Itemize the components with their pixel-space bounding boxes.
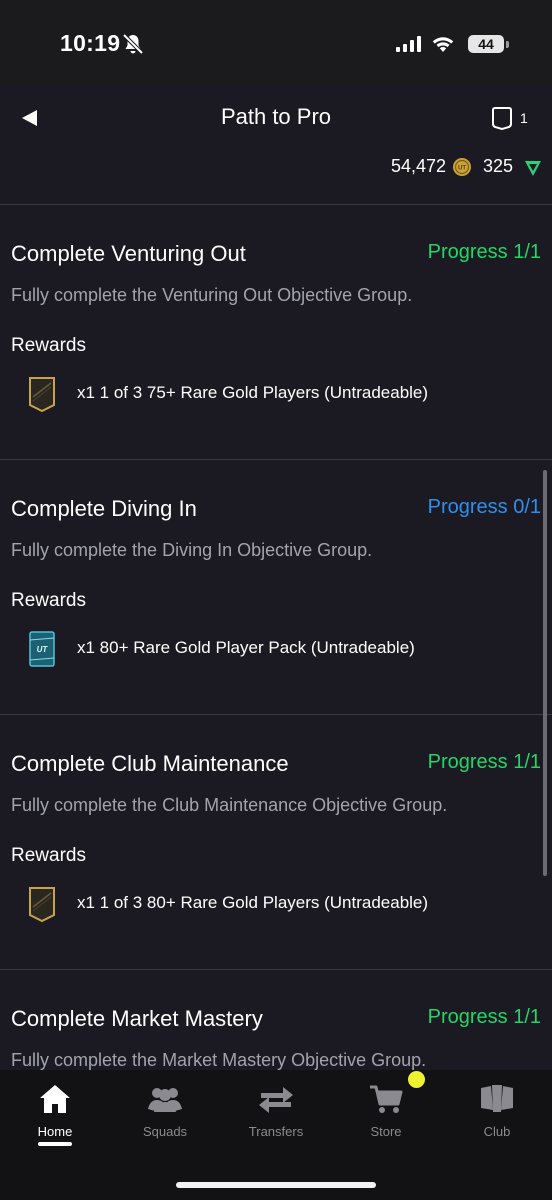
active-tab-indicator — [38, 1142, 72, 1146]
tab-squads[interactable]: Squads — [110, 1082, 220, 1162]
home-indicator — [176, 1182, 376, 1188]
objectives-list[interactable]: Complete Venturing Out Progress 1/1 Full… — [0, 204, 552, 1070]
battery-indicator: 44 — [468, 35, 504, 53]
rewards-label: Rewards — [11, 590, 86, 611]
rewards-label: Rewards — [11, 845, 86, 866]
player-pick-icon — [27, 375, 57, 418]
objective-item[interactable]: Complete Market Mastery Progress 1/1 Ful… — [0, 970, 552, 1070]
page-title: Path to Pro — [220, 104, 332, 129]
tab-store[interactable]: Store — [331, 1082, 441, 1162]
scrollbar[interactable] — [543, 470, 547, 876]
tab-transfers[interactable]: Transfers — [221, 1082, 331, 1162]
pack-icon: UT — [27, 630, 57, 673]
objective-item[interactable]: Complete Club Maintenance Progress 1/1 F… — [0, 715, 552, 970]
coin-icon: UT — [452, 157, 472, 182]
objective-item[interactable]: Complete Venturing Out Progress 1/1 Full… — [0, 205, 552, 460]
status-bar: 10:19 44 — [0, 0, 552, 86]
objective-description: Fully complete the Venturing Out Objecti… — [11, 285, 413, 305]
coin-balance: 54,472 — [390, 156, 446, 176]
svg-text:UT: UT — [458, 166, 466, 172]
bell-muted-icon — [122, 33, 144, 60]
tab-club[interactable]: Club — [442, 1082, 552, 1162]
club-icon — [481, 1085, 513, 1112]
tab-bar: Home Squads Transfers Store Club — [0, 1070, 552, 1200]
tab-home[interactable]: Home — [0, 1082, 110, 1162]
wifi-icon — [430, 33, 456, 58]
objective-description: Fully complete the Market Mastery Object… — [11, 1050, 427, 1070]
objective-title: Complete Diving In — [11, 496, 197, 521]
rewards-label: Rewards — [11, 335, 86, 356]
objective-title: Complete Club Maintenance — [11, 751, 289, 776]
svg-text:UT: UT — [37, 645, 49, 654]
cart-icon — [370, 1085, 403, 1113]
card-counter-icon[interactable] — [491, 106, 513, 135]
tab-label: Club — [483, 1124, 511, 1139]
tab-label: Squads — [142, 1124, 188, 1139]
reward-text: x1 80+ Rare Gold Player Pack (Untradeabl… — [77, 638, 415, 657]
player-pick-icon — [27, 885, 57, 928]
card-count: 1 — [520, 110, 528, 126]
app-header: Path to Pro 1 54,472 UT 325 — [0, 86, 552, 204]
objective-description: Fully complete the Diving In Objective G… — [11, 540, 373, 560]
tab-label: Home — [37, 1124, 73, 1139]
points-balance: 325 — [483, 156, 514, 176]
objective-description: Fully complete the Club Maintenance Obje… — [11, 795, 448, 815]
objective-title: Complete Venturing Out — [11, 241, 246, 266]
objective-item[interactable]: Complete Diving In Progress 0/1 Fully co… — [0, 460, 552, 715]
status-time: 10:19 — [60, 30, 121, 56]
battery-cap — [506, 41, 509, 48]
objective-progress: Progress 1/1 — [427, 241, 541, 263]
home-icon — [40, 1085, 70, 1113]
tab-label: Store — [370, 1124, 402, 1139]
objective-title: Complete Market Mastery — [11, 1006, 263, 1031]
objective-progress: Progress 1/1 — [427, 751, 541, 773]
objective-progress: Progress 1/1 — [427, 1006, 541, 1028]
transfers-icon — [259, 1087, 293, 1113]
points-icon — [523, 158, 543, 183]
reward-text: x1 1 of 3 80+ Rare Gold Players (Untrade… — [77, 893, 429, 912]
objective-progress: Progress 0/1 — [427, 496, 541, 518]
tab-label: Transfers — [248, 1124, 304, 1139]
notification-dot — [408, 1071, 425, 1088]
cellular-signal-icon — [396, 36, 422, 57]
squads-icon — [148, 1088, 182, 1112]
reward-text: x1 1 of 3 75+ Rare Gold Players (Untrade… — [77, 383, 429, 402]
